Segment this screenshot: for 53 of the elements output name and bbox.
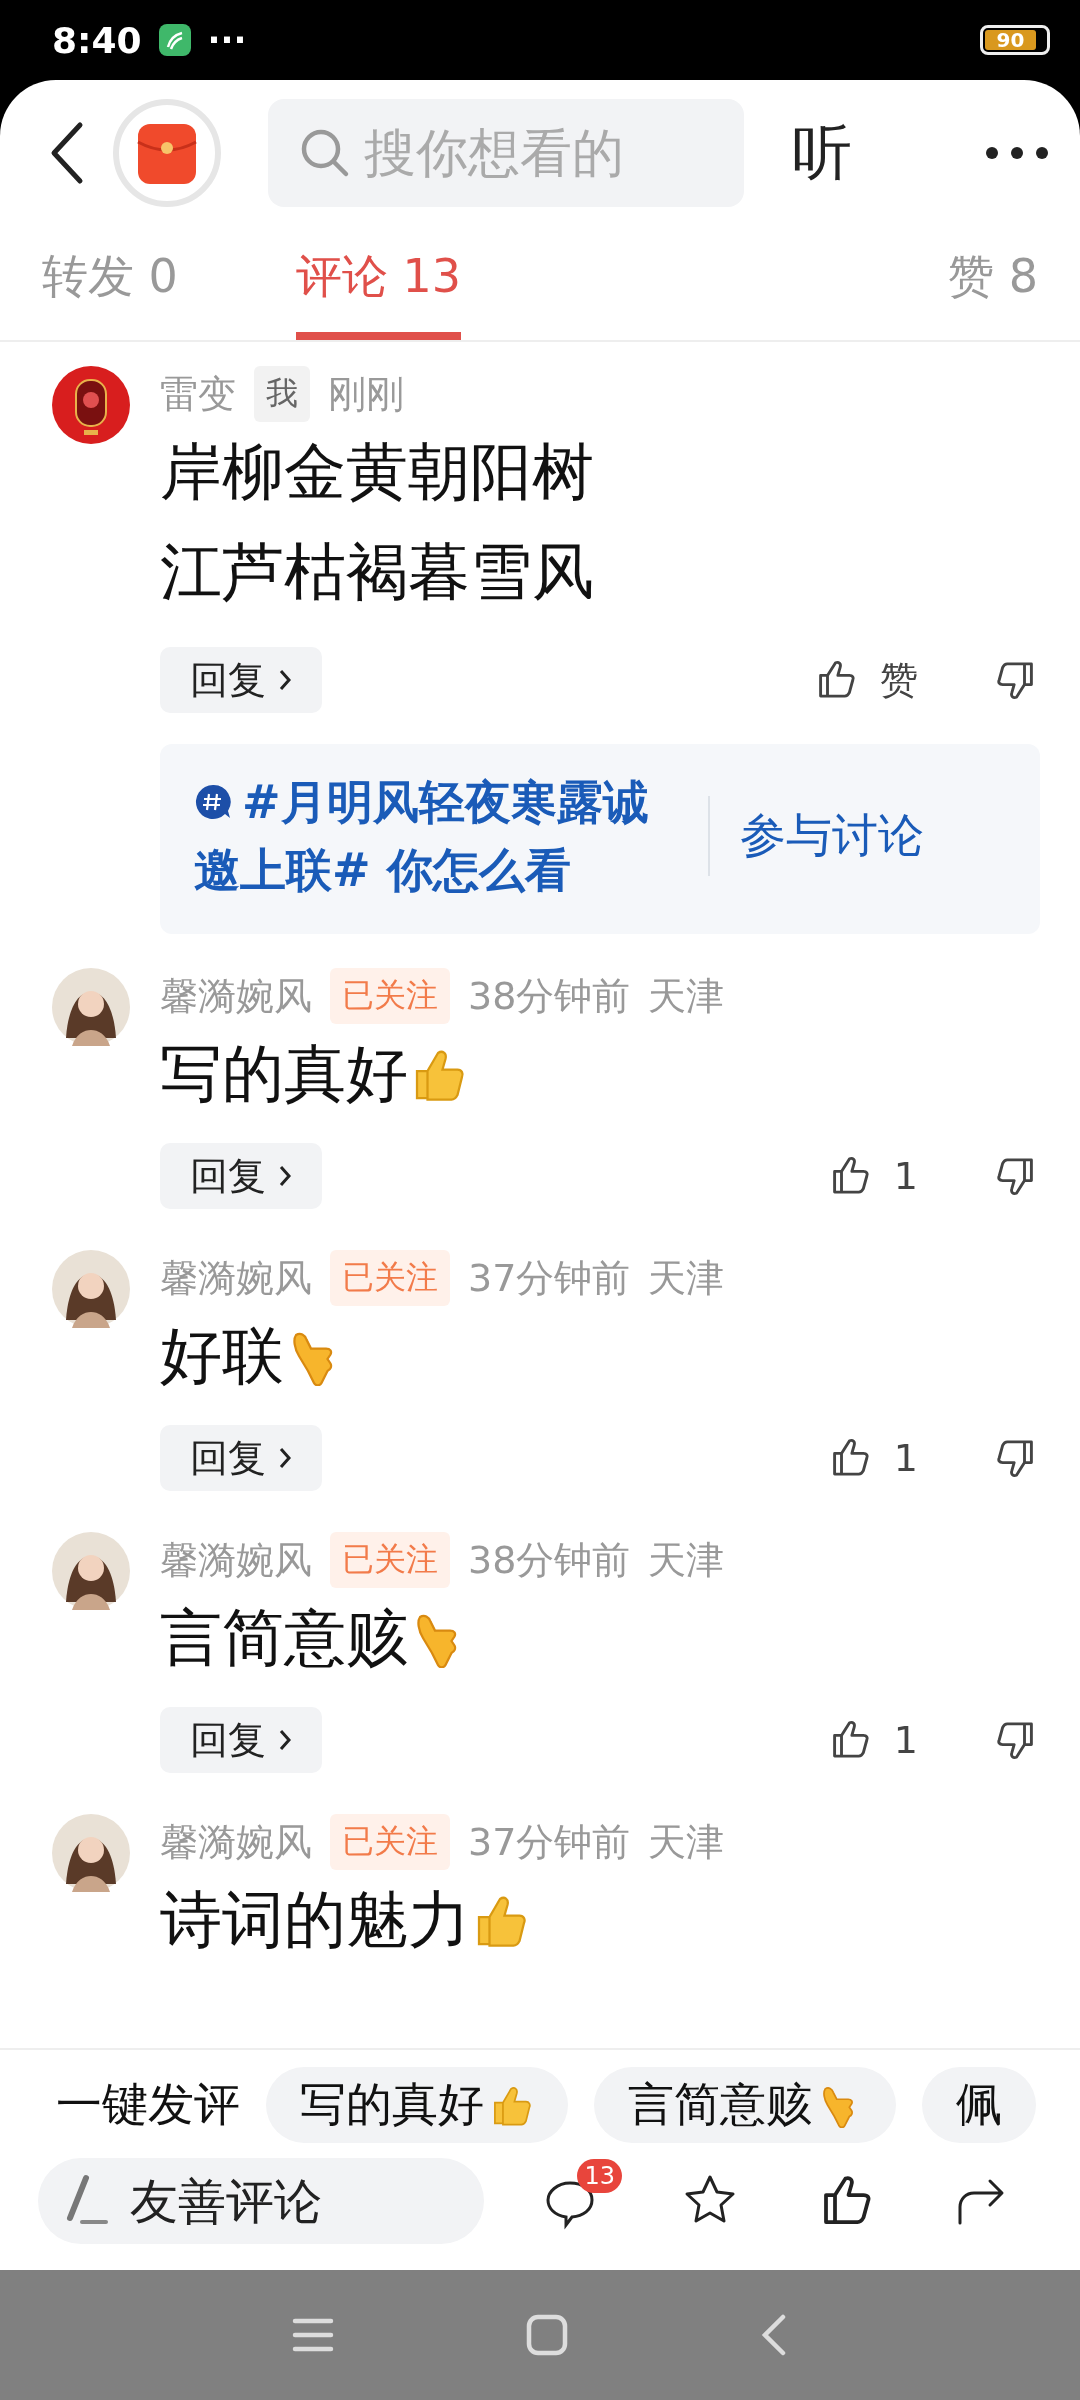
more-text: ···: [207, 20, 247, 60]
quick-comment-label: 一键发评: [56, 2076, 240, 2133]
envelope-icon[interactable]: [112, 98, 222, 208]
follow-tag: 已关注: [330, 1250, 450, 1306]
timestamp: 37分钟前: [468, 1254, 631, 1302]
follow-tag: 已关注: [330, 968, 450, 1024]
location: 天津: [648, 1818, 725, 1866]
home-icon[interactable]: [525, 2313, 569, 2357]
reply-button[interactable]: 回复: [160, 1707, 322, 1773]
timestamp: 37分钟前: [468, 1818, 631, 1866]
chevron-icon: [278, 1164, 292, 1188]
reply-button[interactable]: 回复: [160, 1143, 322, 1209]
location: 天津: [648, 1536, 725, 1584]
chevron-icon: [278, 1728, 292, 1752]
chevron-icon: [278, 1446, 292, 1470]
topic-text[interactable]: #月明风轻夜寒露诚邀上联# 你怎么看: [194, 768, 694, 904]
follow-tag: 已关注: [330, 1532, 450, 1588]
battery-level: 90: [985, 30, 1036, 50]
topic-card[interactable]: #月明风轻夜寒露诚邀上联# 你怎么看 参与讨论: [160, 744, 1040, 934]
like-button[interactable]: 1: [829, 1435, 918, 1481]
tab[interactable]: 评论 13: [295, 246, 462, 340]
join-discussion-button[interactable]: 参与讨论: [740, 805, 924, 867]
comment-text: 写的真好: [160, 1036, 408, 1112]
chevron-icon: [278, 668, 292, 692]
like-button[interactable]: 1: [829, 1153, 918, 1199]
location: 天津: [648, 972, 725, 1020]
reply-button[interactable]: 回复: [160, 1425, 322, 1491]
quick-comment-chip[interactable]: 写的真好: [266, 2067, 568, 2143]
comment-text: 江芦枯褐暮雪风: [160, 534, 595, 610]
timestamp: 刚刚: [328, 370, 404, 418]
timestamp: 38分钟前: [468, 972, 631, 1020]
self-tag: 我: [254, 366, 310, 422]
comment-field[interactable]: 友善评论: [38, 2158, 484, 2244]
quick-comment-chip[interactable]: 言简意赅: [594, 2067, 896, 2143]
search-field[interactable]: 搜你想看的: [268, 99, 744, 207]
count-badge: 13: [577, 2159, 622, 2193]
menu-icon[interactable]: [291, 2317, 335, 2353]
like-button[interactable]: 1: [829, 1717, 918, 1763]
timestamp: 38分钟前: [468, 1536, 631, 1584]
like-button[interactable]: 赞: [816, 654, 918, 706]
quick-comment-chip[interactable]: 佩: [922, 2067, 1036, 2143]
follow-tag: 已关注: [330, 1814, 450, 1870]
comment-text: 好联: [160, 1318, 284, 1394]
comment-text: 言简意赅: [160, 1600, 408, 1676]
clock: 8:40: [52, 19, 142, 61]
app-icon: [157, 23, 192, 57]
listen-button[interactable]: 听: [792, 112, 852, 194]
comment-text: 岸柳金黄朝阳树: [160, 434, 595, 510]
location: 天津: [648, 1254, 725, 1302]
reply-button[interactable]: 回复: [160, 647, 322, 713]
hashtag-icon: [194, 783, 232, 821]
comment-text: 诗词的魅力: [160, 1882, 470, 1958]
more-icon[interactable]: [984, 145, 1050, 161]
